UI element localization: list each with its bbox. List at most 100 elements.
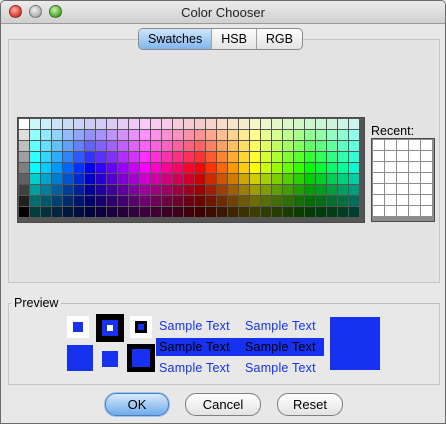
color-swatch[interactable] bbox=[184, 207, 194, 217]
color-swatch[interactable] bbox=[228, 152, 238, 162]
color-swatch[interactable] bbox=[30, 196, 40, 206]
color-swatch[interactable] bbox=[184, 196, 194, 206]
color-swatch[interactable] bbox=[217, 141, 227, 151]
color-swatch[interactable] bbox=[30, 130, 40, 140]
color-swatch[interactable] bbox=[30, 163, 40, 173]
tab-hsb[interactable]: HSB bbox=[211, 29, 256, 49]
color-swatch[interactable] bbox=[272, 207, 282, 217]
color-swatch[interactable] bbox=[151, 196, 161, 206]
color-swatch[interactable] bbox=[272, 196, 282, 206]
color-swatch[interactable] bbox=[239, 130, 249, 140]
ok-button[interactable]: OK bbox=[105, 393, 169, 416]
color-swatch[interactable] bbox=[349, 152, 359, 162]
color-swatch[interactable] bbox=[338, 207, 348, 217]
color-swatch[interactable] bbox=[63, 185, 73, 195]
color-swatch[interactable] bbox=[195, 207, 205, 217]
color-swatch[interactable] bbox=[85, 174, 95, 184]
color-swatch[interactable] bbox=[96, 207, 106, 217]
color-swatch[interactable] bbox=[195, 152, 205, 162]
recent-swatch[interactable] bbox=[373, 195, 384, 205]
color-swatch[interactable] bbox=[30, 174, 40, 184]
color-swatch[interactable] bbox=[305, 119, 315, 129]
recent-swatch[interactable] bbox=[409, 173, 420, 183]
color-swatch[interactable] bbox=[118, 152, 128, 162]
color-swatch[interactable] bbox=[228, 130, 238, 140]
color-swatch[interactable] bbox=[52, 185, 62, 195]
color-swatch[interactable] bbox=[294, 185, 304, 195]
recent-swatch[interactable] bbox=[373, 206, 384, 216]
color-swatch[interactable] bbox=[305, 141, 315, 151]
color-swatch[interactable] bbox=[327, 163, 337, 173]
color-swatch[interactable] bbox=[261, 207, 271, 217]
color-swatch[interactable] bbox=[316, 152, 326, 162]
color-swatch[interactable] bbox=[173, 141, 183, 151]
color-swatch[interactable] bbox=[107, 163, 117, 173]
color-swatch[interactable] bbox=[19, 152, 29, 162]
color-swatch[interactable] bbox=[195, 163, 205, 173]
color-swatch[interactable] bbox=[162, 185, 172, 195]
color-swatch[interactable] bbox=[74, 163, 84, 173]
color-swatch[interactable] bbox=[19, 141, 29, 151]
color-swatch[interactable] bbox=[195, 119, 205, 129]
color-swatch[interactable] bbox=[261, 196, 271, 206]
recent-swatch[interactable] bbox=[409, 162, 420, 172]
recent-swatch[interactable] bbox=[421, 162, 432, 172]
color-swatch[interactable] bbox=[129, 196, 139, 206]
color-swatch[interactable] bbox=[239, 163, 249, 173]
color-swatch[interactable] bbox=[184, 141, 194, 151]
color-swatch[interactable] bbox=[162, 207, 172, 217]
color-swatch[interactable] bbox=[41, 119, 51, 129]
color-swatch[interactable] bbox=[107, 174, 117, 184]
color-swatch[interactable] bbox=[294, 141, 304, 151]
color-swatch[interactable] bbox=[217, 207, 227, 217]
color-swatch[interactable] bbox=[85, 141, 95, 151]
recent-swatch[interactable] bbox=[385, 184, 396, 194]
color-swatch[interactable] bbox=[338, 185, 348, 195]
color-swatch[interactable] bbox=[74, 196, 84, 206]
color-swatch[interactable] bbox=[283, 174, 293, 184]
color-swatch[interactable] bbox=[30, 185, 40, 195]
color-swatch[interactable] bbox=[30, 207, 40, 217]
color-swatch[interactable] bbox=[140, 174, 150, 184]
color-swatch[interactable] bbox=[305, 163, 315, 173]
color-swatch[interactable] bbox=[250, 141, 260, 151]
color-swatch[interactable] bbox=[162, 174, 172, 184]
color-swatch[interactable] bbox=[261, 163, 271, 173]
color-swatch[interactable] bbox=[74, 130, 84, 140]
color-swatch[interactable] bbox=[52, 174, 62, 184]
color-swatch[interactable] bbox=[41, 196, 51, 206]
color-swatch[interactable] bbox=[206, 141, 216, 151]
recent-swatch[interactable] bbox=[397, 206, 408, 216]
color-swatch[interactable] bbox=[129, 185, 139, 195]
color-swatch[interactable] bbox=[217, 196, 227, 206]
color-swatch[interactable] bbox=[162, 152, 172, 162]
color-swatch[interactable] bbox=[250, 185, 260, 195]
recent-swatch[interactable] bbox=[421, 151, 432, 161]
color-swatch[interactable] bbox=[283, 141, 293, 151]
color-swatch[interactable] bbox=[30, 152, 40, 162]
color-swatch[interactable] bbox=[239, 152, 249, 162]
color-swatch[interactable] bbox=[228, 207, 238, 217]
color-swatch[interactable] bbox=[107, 207, 117, 217]
color-swatch[interactable] bbox=[261, 174, 271, 184]
color-swatch[interactable] bbox=[41, 174, 51, 184]
color-swatch[interactable] bbox=[305, 185, 315, 195]
color-swatch[interactable] bbox=[338, 163, 348, 173]
color-swatch[interactable] bbox=[118, 119, 128, 129]
color-swatch[interactable] bbox=[85, 196, 95, 206]
color-swatch[interactable] bbox=[228, 141, 238, 151]
color-swatch[interactable] bbox=[239, 196, 249, 206]
color-swatch[interactable] bbox=[63, 207, 73, 217]
recent-swatch[interactable] bbox=[373, 162, 384, 172]
color-swatch[interactable] bbox=[52, 130, 62, 140]
color-swatch[interactable] bbox=[349, 174, 359, 184]
color-swatch[interactable] bbox=[349, 185, 359, 195]
color-swatch[interactable] bbox=[294, 174, 304, 184]
color-swatch[interactable] bbox=[316, 130, 326, 140]
color-swatch[interactable] bbox=[217, 119, 227, 129]
color-swatch[interactable] bbox=[52, 119, 62, 129]
color-swatch[interactable] bbox=[250, 130, 260, 140]
color-swatch[interactable] bbox=[338, 141, 348, 151]
recent-swatch[interactable] bbox=[385, 173, 396, 183]
color-swatch[interactable] bbox=[162, 163, 172, 173]
